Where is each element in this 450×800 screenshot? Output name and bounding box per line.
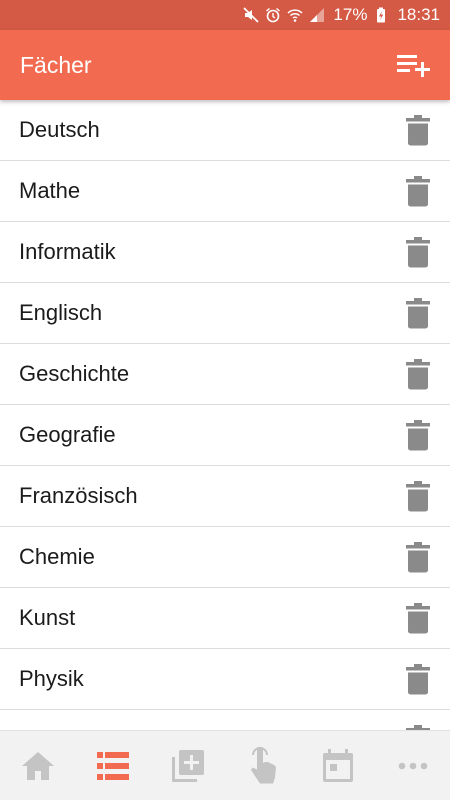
subject-name: Geschichte xyxy=(19,361,130,386)
trash-icon xyxy=(406,603,430,634)
delete-button[interactable] xyxy=(404,356,432,392)
list-item[interactable]: Kunst xyxy=(0,588,450,649)
trash-icon xyxy=(406,176,430,207)
delete-button[interactable] xyxy=(404,478,432,514)
playlist-add-icon xyxy=(397,55,430,77)
subject-name: Chemie xyxy=(19,544,95,569)
battery-charging-icon xyxy=(373,7,389,23)
nav-add-button[interactable] xyxy=(158,736,218,796)
alarm-icon xyxy=(265,7,281,23)
delete-button[interactable] xyxy=(404,600,432,636)
nav-subjects-button[interactable] xyxy=(83,736,143,796)
page-title: Fächer xyxy=(20,51,92,78)
delete-button[interactable] xyxy=(404,417,432,453)
subject-name: Deutsch xyxy=(19,117,100,142)
trash-icon xyxy=(406,420,430,451)
add-library-icon xyxy=(171,749,204,782)
list-item[interactable]: Chemie xyxy=(0,527,450,588)
nav-touch-button[interactable] xyxy=(233,736,293,796)
status-bar: 17% 18:31 xyxy=(0,0,450,30)
subject-name: Französisch xyxy=(19,483,138,508)
nav-calendar-button[interactable] xyxy=(308,736,368,796)
delete-button[interactable] xyxy=(404,112,432,148)
trash-icon xyxy=(406,664,430,695)
list-item-partial[interactable] xyxy=(0,710,450,730)
list-item[interactable]: Deutsch xyxy=(0,100,450,161)
list-item[interactable]: Geografie xyxy=(0,405,450,466)
trash-icon xyxy=(406,237,430,268)
touch-icon xyxy=(250,746,276,783)
status-icons: 17% 18:31 xyxy=(243,5,440,25)
add-subject-button[interactable] xyxy=(396,50,432,80)
delete-button[interactable] xyxy=(404,722,432,730)
trash-icon xyxy=(406,481,430,512)
home-icon xyxy=(21,751,54,780)
list-item[interactable]: Informatik xyxy=(0,222,450,283)
calendar-icon xyxy=(322,748,353,782)
trash-icon xyxy=(406,359,430,390)
delete-button[interactable] xyxy=(404,295,432,331)
delete-button[interactable] xyxy=(404,539,432,575)
trash-icon xyxy=(406,115,430,146)
trash-icon xyxy=(406,298,430,329)
list-item[interactable]: Französisch xyxy=(0,466,450,527)
trash-icon xyxy=(406,542,430,573)
bottom-navigation xyxy=(0,730,450,800)
subject-name: Kunst xyxy=(19,605,76,630)
nav-more-button[interactable] xyxy=(383,736,443,796)
subject-name: Informatik xyxy=(19,239,116,264)
subject-name: Physik xyxy=(19,666,84,691)
signal-icon xyxy=(309,7,325,23)
subject-name: Englisch xyxy=(19,300,103,325)
mute-icon xyxy=(243,7,260,23)
app-bar: Fächer xyxy=(0,30,450,100)
subject-name: Mathe xyxy=(19,178,81,203)
subject-name: Geografie xyxy=(19,422,116,447)
wifi-icon xyxy=(287,7,303,23)
list-item[interactable]: Mathe xyxy=(0,161,450,222)
clock: 18:31 xyxy=(397,5,440,24)
battery-percent: 17% xyxy=(333,5,368,24)
delete-button[interactable] xyxy=(404,661,432,697)
list-item[interactable]: Physik xyxy=(0,649,450,710)
subject-list: Deutsch Mathe Informatik Englisch Geschi… xyxy=(0,100,450,730)
delete-button[interactable] xyxy=(404,234,432,270)
more-icon xyxy=(398,762,427,769)
delete-button[interactable] xyxy=(404,173,432,209)
nav-home-button[interactable] xyxy=(8,736,68,796)
subject-list-icon xyxy=(96,751,129,780)
list-item[interactable]: Geschichte xyxy=(0,344,450,405)
list-item[interactable]: Englisch xyxy=(0,283,450,344)
